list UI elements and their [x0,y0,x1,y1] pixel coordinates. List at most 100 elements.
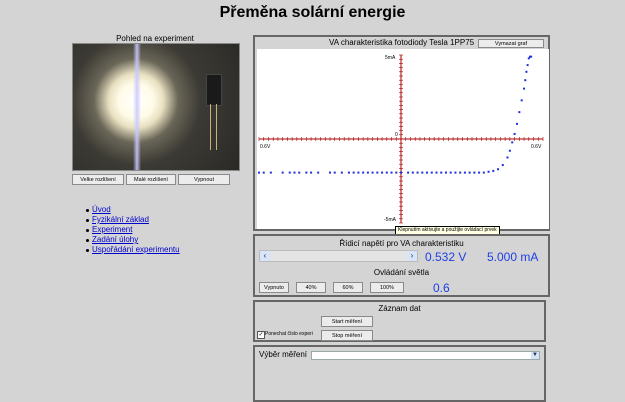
light-beam [133,44,141,170]
data-point [511,141,514,144]
data-point [411,171,414,174]
data-point [269,171,272,174]
y-max-label: 5mA [385,55,396,61]
measurement-select-label: Výběr měření [259,350,308,359]
data-point [381,171,384,174]
data-point [352,171,355,174]
x-min-label: 0.6V [260,144,271,150]
data-point [333,171,336,174]
data-point [293,171,296,174]
measurement-select[interactable]: ▼ [311,351,540,360]
data-point [523,87,526,90]
data-point [473,171,476,174]
va-plot-area[interactable]: 0.6V 0.6V 5mA 0 -5mA Klepnutím aktivujte… [257,49,549,235]
light-control-title: Ovládání světla [373,268,430,277]
light-level-readout: 0.6 [433,281,450,295]
data-point [497,168,500,171]
data-point [426,171,429,174]
camera-buttons: Velke rozlišení Malé rozlišení Vypnout [72,174,230,185]
data-point [525,70,528,73]
data-point [329,171,331,174]
nav-item: Experiment [86,225,180,235]
data-point [530,55,533,58]
data-point [430,171,433,174]
nav-link-setup[interactable]: Uspořádání experimentu [92,245,180,254]
control-title: Řídicí napětí pro VA charakteristiku [339,239,464,248]
data-point [492,169,495,172]
nav-item: Zadání úlohy [86,235,180,245]
data-point [407,171,410,174]
x-max-label: 0.6V [531,144,542,150]
nav-link-assignment[interactable]: Zadání úlohy [92,235,138,244]
start-measurement-button[interactable]: Start měření [321,316,373,327]
data-point [371,171,374,174]
data-point [515,122,518,125]
data-point [482,171,485,174]
data-point [444,171,447,174]
data-point [305,171,308,174]
nav-item: Fyzikální základ [86,215,180,225]
data-point [357,171,360,174]
slider-left-arrow-icon[interactable]: ‹ [260,251,270,261]
stop-measurement-button[interactable]: Stop měření [321,330,373,341]
y-axis-ticks [399,54,403,224]
light-40-button[interactable]: 40% [296,282,326,293]
va-chart-svg: 0.6V 0.6V 5mA 0 -5mA [258,54,544,224]
record-title: Záznam dat [378,304,421,313]
data-point [518,111,521,114]
light-60-button[interactable]: 60% [333,282,363,293]
data-point [288,171,291,174]
high-resolution-button[interactable]: Velke rozlišení [72,174,124,185]
light-off-button[interactable]: Vypnuto [259,282,289,293]
current-readout: 5.000 mA [487,250,539,264]
data-point [347,171,350,174]
data-point [487,170,490,173]
nav-item: Uspořádání experimentu [86,245,180,255]
data-point [421,171,424,174]
nav-link-intro[interactable]: Úvod [92,205,111,214]
data-point [416,171,419,174]
record-panel: Záznam dat Start měření Stop měření ✓ Po… [253,300,546,342]
light-100-button[interactable]: 100% [370,282,404,293]
data-points [258,55,533,174]
photodiode-component [206,74,222,106]
camera-off-button[interactable]: Vypnout [178,174,230,185]
data-point [520,99,523,102]
voltage-slider[interactable]: ‹ › [259,250,418,262]
data-point [454,171,457,174]
data-point [258,171,260,174]
slider-right-arrow-icon[interactable]: › [407,251,417,261]
camera-view [72,43,240,171]
data-point [376,171,379,174]
nav-item: Úvod [86,205,180,215]
component-lead [210,104,211,150]
data-point [463,171,466,174]
data-point [298,171,301,174]
control-panel: Řídicí napětí pro VA charakteristiku ‹ ›… [253,234,550,297]
data-point [395,171,398,174]
y-zero-label: 0 [395,132,398,138]
data-point [385,171,388,174]
chevron-down-icon[interactable]: ▼ [531,352,539,359]
data-point [501,164,504,167]
keep-number-checkbox[interactable]: ✓ [257,331,265,339]
measurement-select-panel: Výběr měření ▼ [253,345,546,402]
nav-link-experiment[interactable]: Experiment [92,225,132,234]
low-resolution-button[interactable]: Malé rozlišení [126,174,176,185]
data-point [390,171,393,174]
data-point [524,79,527,82]
camera-caption: Pohled na experiment [116,34,194,43]
clear-graph-button[interactable]: Vymazat graf [478,39,544,48]
data-point [526,64,529,67]
component-lead [216,104,217,150]
data-point [468,171,471,174]
voltage-readout: 0.532 V [425,250,467,264]
data-point [478,171,481,174]
data-point [281,171,284,174]
nav-link-physics[interactable]: Fyzikální základ [92,215,149,224]
data-point [435,171,438,174]
data-point [513,132,516,135]
chart-panel: VA charakteristika fotodiody Tesla 1PP75… [253,35,550,235]
data-point [449,171,452,174]
data-point [440,171,443,174]
